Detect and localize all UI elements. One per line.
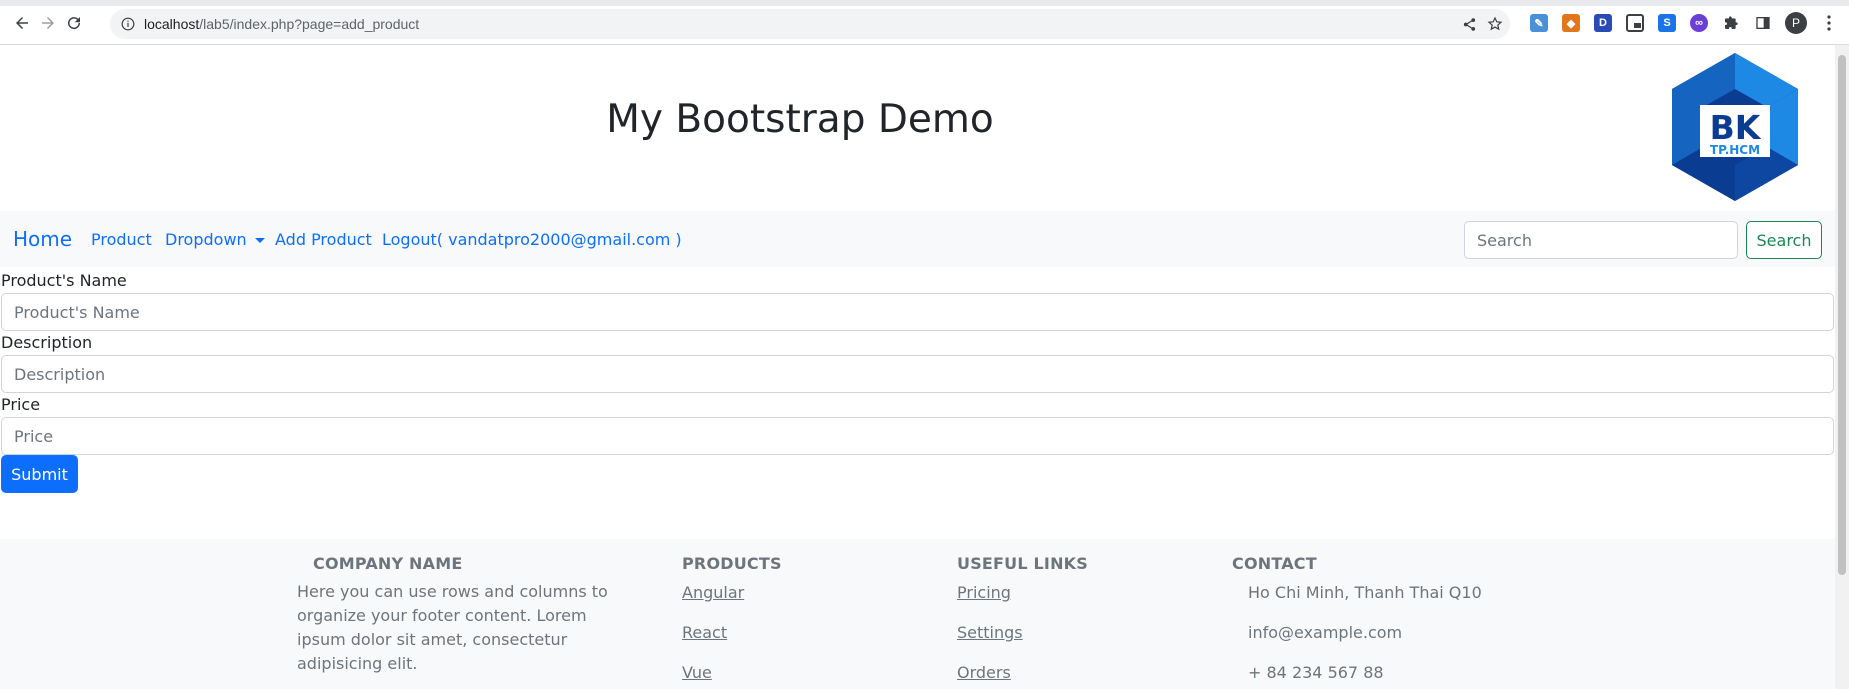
footer-link-pricing[interactable]: Pricing <box>957 583 1011 602</box>
scrollbar-thumb[interactable] <box>1838 55 1846 575</box>
contact-heading: CONTACT <box>1232 554 1317 573</box>
navbar: Home Product Dropdown Add Product Logout… <box>0 211 1835 267</box>
bookmark-star-icon[interactable] <box>1486 15 1504 33</box>
reload-icon <box>68 17 81 30</box>
url-host: localhost <box>144 16 200 32</box>
nav-dropdown-label: Dropdown <box>165 230 247 249</box>
company-text-line: ipsum dolor sit amet, consectetur <box>297 630 568 649</box>
nav-add-product-link[interactable]: Add Product <box>275 230 372 249</box>
contact-email: info@example.com <box>1248 623 1403 642</box>
product-name-label: Product's Name <box>1 271 127 290</box>
useful-links-heading: USEFUL LINKS <box>957 554 1088 573</box>
footer-link-orders[interactable]: Orders <box>957 663 1011 682</box>
description-input[interactable] <box>1 355 1834 393</box>
side-panel-icon[interactable] <box>1754 14 1772 32</box>
product-name-input[interactable] <box>1 293 1834 331</box>
company-text-line: adipisicing elit. <box>297 654 418 673</box>
forward-button[interactable] <box>37 12 59 34</box>
nav-logout-link[interactable]: Logout( vandatpro2000@gmail.com ) <box>382 230 682 249</box>
picture-in-picture-icon[interactable] <box>1626 14 1644 32</box>
browser-toolbar: localhost/lab5/index.php?page=add_produc… <box>0 0 1849 45</box>
submit-button[interactable]: Submit <box>1 455 78 493</box>
logo-text: BK <box>1710 108 1762 147</box>
page-title: My Bootstrap Demo <box>606 97 994 142</box>
extensions-puzzle-icon[interactable] <box>1722 14 1740 32</box>
url-text: localhost/lab5/index.php?page=add_produc… <box>144 16 419 32</box>
company-text-line: Here you can use rows and columns to <box>297 582 608 601</box>
forward-arrow-icon <box>42 17 54 29</box>
nav-product-link[interactable]: Product <box>91 230 152 249</box>
browser-menu-icon[interactable] <box>1820 14 1838 32</box>
page-viewport: My Bootstrap Demo BK TP.HCM Home Product… <box>0 45 1835 689</box>
company-description: Here you can use rows and columns to org… <box>297 580 608 676</box>
metamask-extension-icon[interactable]: ◆ <box>1562 14 1580 32</box>
site-info-icon[interactable] <box>120 16 136 32</box>
page-header: My Bootstrap Demo BK TP.HCM <box>0 45 1835 211</box>
nav-dropdown-toggle[interactable]: Dropdown <box>165 230 265 249</box>
caret-down-icon <box>254 238 265 243</box>
url-path: /lab5/index.php?page=add_product <box>199 16 420 32</box>
contact-phone: + 84 234 567 88 <box>1248 663 1384 682</box>
price-label: Price <box>1 395 41 414</box>
d-extension-icon[interactable]: D <box>1594 14 1612 32</box>
search-input[interactable] <box>1464 221 1738 259</box>
company-name-heading: COMPANY NAME <box>313 554 463 573</box>
page-footer: COMPANY NAME Here you can use rows and c… <box>0 539 1835 689</box>
footer-link-vue[interactable]: Vue <box>682 663 712 682</box>
bk-logo: BK TP.HCM <box>1672 53 1798 201</box>
tab-strip <box>0 0 1849 6</box>
nav-home-link[interactable]: Home <box>13 227 72 251</box>
price-input[interactable] <box>1 417 1834 455</box>
address-bar[interactable]: localhost/lab5/index.php?page=add_produc… <box>110 9 1510 39</box>
logo-subtext: TP.HCM <box>1710 143 1760 157</box>
profile-avatar[interactable]: P <box>1785 12 1807 34</box>
footer-link-angular[interactable]: Angular <box>682 583 744 602</box>
share-icon[interactable] <box>1460 15 1478 33</box>
products-heading: PRODUCTS <box>682 554 782 573</box>
pencil-extension-icon[interactable]: ✎ <box>1530 14 1548 32</box>
footer-link-react[interactable]: React <box>682 623 727 642</box>
back-arrow-icon <box>16 17 28 29</box>
search-button[interactable]: Search <box>1746 221 1822 259</box>
reload-button[interactable] <box>63 12 85 34</box>
contact-address: Ho Chi Minh, Thanh Thai Q10 <box>1248 583 1482 602</box>
page-scrollbar[interactable] <box>1835 45 1849 689</box>
s-extension-icon[interactable]: S <box>1658 14 1676 32</box>
description-label: Description <box>1 333 93 352</box>
company-text-line: organize your footer content. Lorem <box>297 606 587 625</box>
purple-extension-icon[interactable]: ∞ <box>1690 14 1708 32</box>
back-button[interactable] <box>11 12 33 34</box>
footer-link-settings[interactable]: Settings <box>957 623 1023 642</box>
